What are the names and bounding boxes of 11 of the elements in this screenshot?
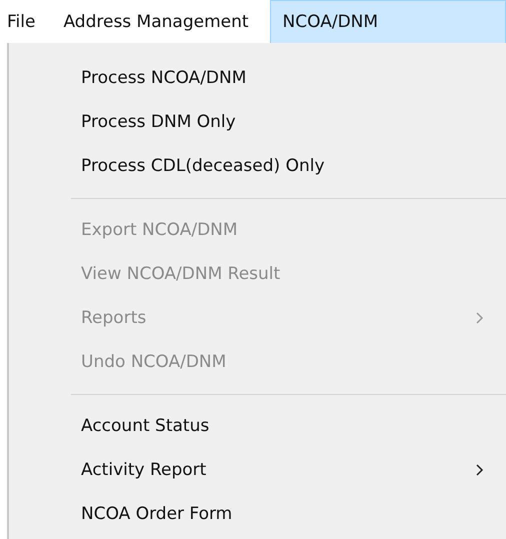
menu-item[interactable]: Activity Report: [9, 448, 506, 492]
menu-item[interactable]: Account Status: [9, 404, 506, 448]
menu-bar-item[interactable]: File: [0, 0, 48, 43]
menu-item[interactable]: NCOA Order Form: [9, 492, 506, 536]
menu-item[interactable]: Process NCOA/DNM: [9, 56, 506, 100]
menu-bar-item[interactable]: Address Management: [56, 0, 262, 43]
chevron-right-icon: [475, 463, 484, 477]
menu-item[interactable]: Process DNM Only: [9, 100, 506, 144]
menu-bar-item[interactable]: NCOA/DNM: [270, 0, 506, 43]
menu-item[interactable]: Process CDL(deceased) Only: [9, 144, 506, 188]
chevron-right-icon: [475, 311, 484, 325]
